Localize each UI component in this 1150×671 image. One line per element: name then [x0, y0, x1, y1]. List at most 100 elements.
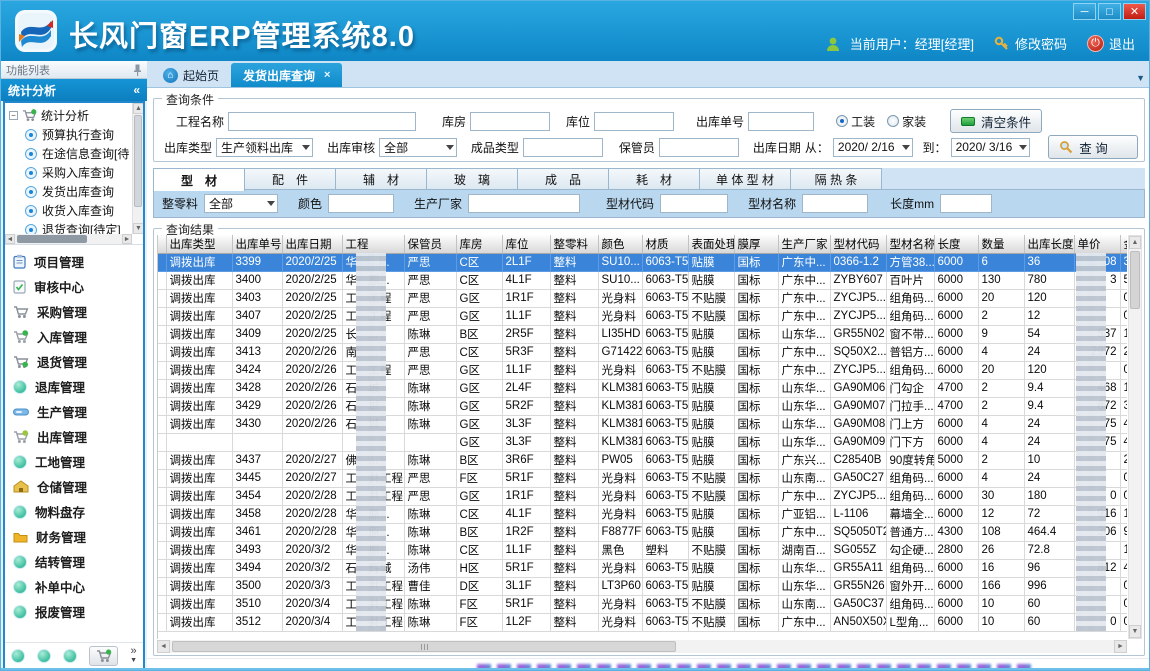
table-row[interactable]: 调拨出库33992020/2/25华 原...严思C区2L1F整料SU10...…	[158, 253, 1127, 271]
tree-item-2[interactable]: 采购入库查询	[9, 163, 143, 182]
radio-gongzhuang[interactable]: 工装	[836, 113, 875, 130]
tree-item-0[interactable]: 预算执行查询	[9, 125, 143, 144]
column-header-0[interactable]: 出库类型	[166, 235, 232, 253]
sidebar-menu-item-6[interactable]: 生产管理	[5, 399, 143, 424]
date-from-picker[interactable]: 2020/ 2/16	[833, 138, 913, 157]
table-row[interactable]: 调拨出库34032020/2/25工 工程严思G区1R1F整料光身料6063-T…	[158, 289, 1127, 307]
tree-expander-icon[interactable]: −	[9, 111, 18, 120]
sidebar-menu-item-0[interactable]: 项目管理	[5, 249, 143, 274]
sidebar-section-header[interactable]: 统计分析 «	[1, 79, 147, 101]
column-header-7[interactable]: 整零料	[550, 235, 598, 253]
tree-scroll-thumb[interactable]	[134, 115, 142, 207]
sidebar-menu-item-11[interactable]: 财务管理	[5, 524, 143, 549]
manufacturer-input[interactable]	[468, 194, 580, 213]
sidebar-menu-item-3[interactable]: 入库管理	[5, 324, 143, 349]
column-header-4[interactable]: 保管员	[404, 235, 456, 253]
column-header-15[interactable]: 长度	[934, 235, 978, 253]
table-vertical-scrollbar[interactable]: ▲ ▼	[1128, 235, 1142, 639]
collapse-icon[interactable]: «	[133, 83, 140, 97]
sidebar-menu-item-9[interactable]: 仓储管理	[5, 474, 143, 499]
table-row[interactable]: 调拨出库35122020/3/4工 共工程陈琳F区1L2F整料光身料6063-T…	[158, 613, 1127, 631]
table-vscroll-thumb[interactable]	[1130, 251, 1140, 309]
table-row[interactable]: 调拨出库34942020/3/2石 辉城汤伟H区5R1F整料光身料6063-T5…	[158, 559, 1127, 577]
column-header-5[interactable]: 库房	[456, 235, 502, 253]
location-input[interactable]	[594, 112, 674, 131]
profile-name-input[interactable]	[802, 194, 868, 213]
pin-icon[interactable]	[133, 64, 142, 76]
column-header-8[interactable]: 颜色	[598, 235, 642, 253]
tree-vertical-scrollbar[interactable]: ▲ ▼	[132, 103, 143, 234]
table-row[interactable]: 调拨出库34282020/2/26石 城陈琳G区2L4F整料KLM3817606…	[158, 379, 1127, 397]
table-row[interactable]: 调拨出库34132020/2/26南 ...严思C区5R3F整料G7142260…	[158, 343, 1127, 361]
column-header-6[interactable]: 库位	[502, 235, 550, 253]
material-tab-6[interactable]: 单 体 型 材	[699, 168, 791, 189]
sidebar-menu-item-8[interactable]: 工地管理	[5, 449, 143, 474]
tree-item-1[interactable]: 在途信息查询[待	[9, 144, 143, 163]
column-header-14[interactable]: 型材名称	[886, 235, 934, 253]
material-tab-3[interactable]: 玻 璃	[426, 168, 518, 189]
tree-hscroll-thumb[interactable]	[17, 235, 87, 243]
sidebar-menu-item-4[interactable]: 退货管理	[5, 349, 143, 374]
sidebar-menu-item-14[interactable]: 报废管理	[5, 599, 143, 624]
radio-jiazhuang[interactable]: 家装	[887, 113, 926, 130]
table-row[interactable]: 调拨出库34292020/2/26石 城陈琳G区5R2F整料KLM3817606…	[158, 397, 1127, 415]
material-tab-5[interactable]: 耗 材	[608, 168, 700, 189]
tree-item-4[interactable]: 收货入库查询	[9, 201, 143, 220]
tree-horizontal-scrollbar[interactable]: ◄ ►	[5, 234, 132, 244]
cart-shortcut-button[interactable]	[89, 646, 118, 666]
material-tab-7[interactable]: 隔 热 条	[790, 168, 882, 189]
project-name-input[interactable]	[228, 112, 416, 131]
scroll-up-icon[interactable]: ▲	[133, 103, 143, 114]
column-header-16[interactable]: 数量	[978, 235, 1024, 253]
table-row[interactable]: 调拨出库34302020/2/26石 城陈琳G区3L3F整料KLM3817606…	[158, 415, 1127, 433]
scroll-down-icon[interactable]: ▼	[133, 223, 143, 234]
column-header-19[interactable]: 金额	[1120, 235, 1127, 253]
table-row[interactable]: 调拨出库34092020/2/25长 ...陈琳B区2R5F整料LI35HD60…	[158, 325, 1127, 343]
minimize-button[interactable]: ─	[1073, 3, 1096, 20]
sidebar-menu-item-13[interactable]: 补单中心	[5, 574, 143, 599]
table-row[interactable]: G区3L3F整料KLM38176063-T5贴膜国标山东华...GA90M09.…	[158, 433, 1127, 451]
table-row[interactable]: 调拨出库34542020/2/28工 共工程严思G区1R1F整料光身料6063-…	[158, 487, 1127, 505]
column-header-12[interactable]: 生产厂家	[778, 235, 830, 253]
more-chevron-icon[interactable]: »▼	[130, 647, 137, 665]
sidebar-menu-item-2[interactable]: 采购管理	[5, 299, 143, 324]
warehouse-input[interactable]	[470, 112, 550, 131]
column-header-3[interactable]: 工程	[342, 235, 404, 253]
column-header-9[interactable]: 材质	[642, 235, 688, 253]
scroll-up-icon[interactable]: ▲	[1129, 236, 1141, 249]
change-password-button[interactable]: 修改密码	[994, 34, 1067, 53]
sidebar-menu-item-1[interactable]: 审核中心	[5, 274, 143, 299]
material-tab-0[interactable]: 型 材	[153, 168, 245, 191]
outbound-type-select[interactable]: 生产领料出库	[216, 138, 313, 157]
circle-icon[interactable]	[37, 649, 51, 663]
table-row[interactable]: 调拨出库34932020/3/2华 原...陈琳C区1L1F整料黑色塑料不贴膜国…	[158, 541, 1127, 559]
sidebar-menu-item-5[interactable]: 退库管理	[5, 374, 143, 399]
table-row[interactable]: 调拨出库34372020/2/27佛 ...陈琳B区3R6F整料PW056063…	[158, 451, 1127, 469]
profile-code-input[interactable]	[660, 194, 728, 213]
table-row[interactable]: 调拨出库35002020/3/3工 共工程曹佳D区3L1F整料LT3P60606…	[158, 577, 1127, 595]
table-row[interactable]: 调拨出库34582020/2/28华 原...陈琳C区4L1F整料光身料6063…	[158, 505, 1127, 523]
scroll-left-icon[interactable]: ◄	[157, 640, 170, 653]
table-row[interactable]: 调拨出库34072020/2/25工 工程严思G区1L1F整料光身料6063-T…	[158, 307, 1127, 325]
outbound-audit-select[interactable]: 全部	[379, 138, 457, 157]
material-tab-1[interactable]: 配 件	[244, 168, 336, 189]
tab-outbound-query[interactable]: 发货出库查询 ×	[231, 63, 342, 87]
outbound-no-input[interactable]	[748, 112, 814, 131]
sidebar-menu-item-10[interactable]: 物料盘存	[5, 499, 143, 524]
color-input[interactable]	[328, 194, 394, 213]
column-header-13[interactable]: 型材代码	[830, 235, 886, 253]
table-row[interactable]: 调拨出库35102020/3/4工 共工程陈琳F区5R1F整料光身料6063-T…	[158, 595, 1127, 613]
table-hscroll-thumb[interactable]	[172, 641, 676, 652]
circle-icon[interactable]	[11, 649, 25, 663]
scroll-left-icon[interactable]: ◄	[5, 234, 15, 244]
table-row[interactable]: 调拨出库34612020/2/28华 原...陈琳B区1R2F整料F8877FT…	[158, 523, 1127, 541]
sidebar-menu-item-12[interactable]: 结转管理	[5, 549, 143, 574]
column-header-18[interactable]: 单价	[1074, 235, 1120, 253]
scroll-down-icon[interactable]: ▼	[1129, 625, 1141, 638]
scroll-right-icon[interactable]: ►	[1114, 640, 1127, 653]
tree-root-statistics[interactable]: − 统计分析	[9, 106, 143, 125]
column-header-2[interactable]: 出库日期	[282, 235, 342, 253]
clear-conditions-button[interactable]: 清空条件	[950, 109, 1042, 133]
scroll-right-icon[interactable]: ►	[122, 234, 132, 244]
table-row[interactable]: 调拨出库34002020/2/25华 原...严思C区4L1F整料SU10...…	[158, 271, 1127, 289]
